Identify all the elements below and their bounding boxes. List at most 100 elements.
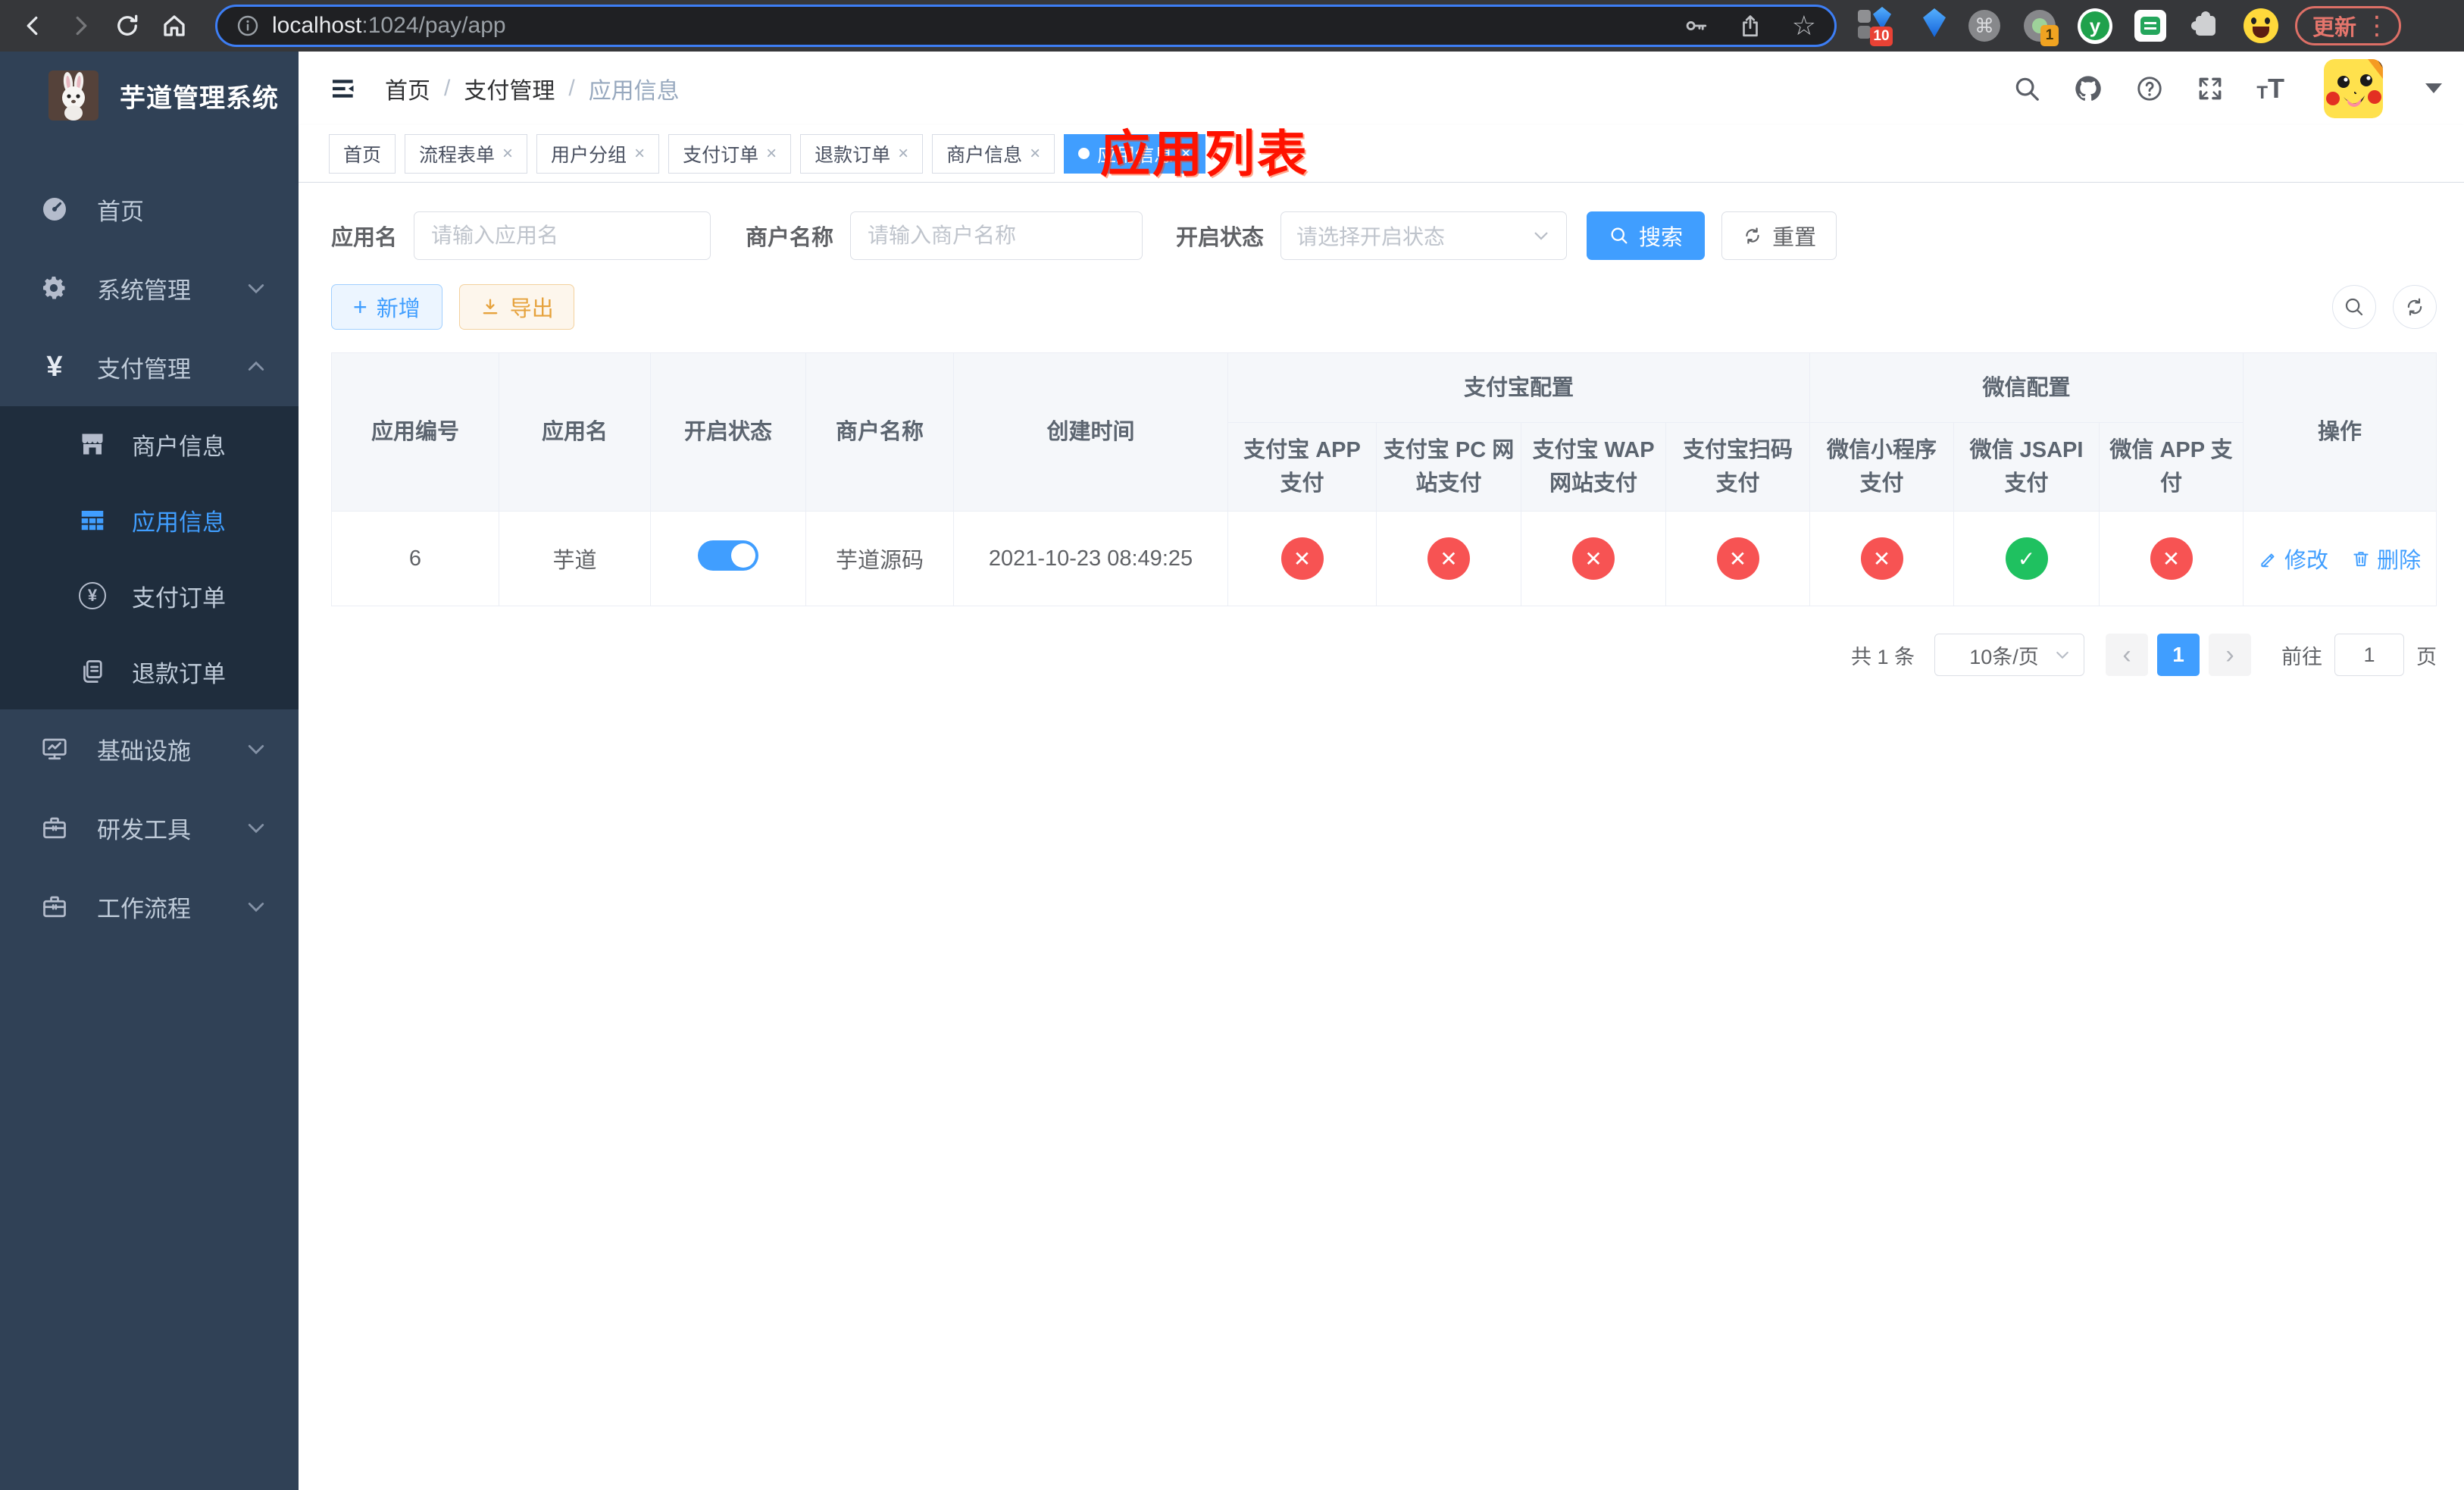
merchant-name-input[interactable] [850,211,1143,260]
sidebar-item-refund-order[interactable]: 退款订单 [0,634,299,709]
app-name-input[interactable] [414,211,711,260]
tab-pay-order[interactable]: 支付订单 × [668,133,792,174]
extension-y-icon[interactable]: y [2078,5,2112,46]
share-icon[interactable] [1737,13,1763,39]
sidebar-item-payment[interactable]: ¥ 支付管理 [0,327,299,406]
tab-app-info[interactable]: 应用信息 × [1064,133,1206,174]
tab-process-form[interactable]: 流程表单 × [405,133,528,174]
page-content: 应用名 商户名称 开启状态 请选择开启状态 搜索 重置 [299,183,2464,1490]
tab-home[interactable]: 首页 [329,133,396,174]
extensions-puzzle-icon[interactable] [2188,5,2223,46]
export-button[interactable]: 导出 [458,284,574,330]
col-header-status: 开启状态 [650,352,806,512]
cell-merchant: 芋道源码 [805,511,954,606]
help-icon[interactable] [2135,74,2164,103]
browser-profile-avatar[interactable] [2244,5,2278,46]
extension-notes-icon[interactable] [2133,5,2168,46]
extension-tabs-icon[interactable]: 10 [1856,5,1893,46]
trash-icon [2353,552,2369,567]
sidebar-item-system[interactable]: 系统管理 [0,249,299,327]
password-key-icon[interactable] [1683,13,1709,39]
plus-icon: + [353,293,367,321]
browser-reload-button[interactable] [111,9,144,42]
filter-form: 应用名 商户名称 开启状态 请选择开启状态 搜索 重置 [331,211,2437,260]
close-icon[interactable]: × [502,144,513,163]
sidebar-item-pay-order[interactable]: ¥ 支付订单 [0,558,299,634]
extension-recorder-icon[interactable]: 1 [2022,5,2059,46]
page-size-select[interactable]: 10条/页 [1934,634,2085,676]
site-info-icon[interactable] [236,14,260,38]
sidebar-item-home[interactable]: 首页 [0,170,299,249]
breadcrumb-home[interactable]: 首页 [385,72,430,105]
col-header-wechat-app: 微信 APP 支付 [2099,422,2244,512]
tab-merchant-info[interactable]: 商户信息 × [932,133,1055,174]
avatar-dropdown-caret[interactable] [2425,83,2443,93]
extension-badge-one: 1 [2040,25,2059,46]
next-page-button[interactable]: › [2209,634,2252,676]
browser-forward-button[interactable] [64,9,97,42]
delete-link[interactable]: 删除 [2351,543,2421,574]
breadcrumb-separator: / [444,75,451,101]
url-path: :1024/pay/app [361,13,506,38]
github-icon[interactable] [2073,74,2103,104]
status-select-placeholder: 请选择开启状态 [1296,225,1446,249]
storefront-icon [77,430,108,458]
breadcrumb-current: 应用信息 [588,78,680,104]
edit-link[interactable]: 修改 [2259,543,2328,574]
sidebar-item-merchant-info[interactable]: 商户信息 [0,406,299,482]
col-header-alipay-pc: 支付宝 PC 网站支付 [1376,422,1521,512]
font-size-icon[interactable]: TT [2256,74,2284,102]
search-icon [2345,298,2363,316]
status-select[interactable]: 请选择开启状态 [1280,211,1568,260]
app-logo [48,70,98,121]
show-search-button[interactable] [2332,285,2377,329]
extension-balloon-icon[interactable] [1912,5,1946,46]
chevron-up-icon [245,356,267,377]
enabled-toggle[interactable] [698,540,758,571]
url-text: localhost:1024/pay/app [272,13,506,39]
toolbox-icon [38,893,71,920]
close-icon[interactable]: × [1030,144,1040,163]
browser-home-button[interactable] [158,9,191,42]
sidebar-item-app-info[interactable]: 应用信息 [0,482,299,558]
close-icon[interactable]: × [634,144,645,163]
goto-page-input[interactable] [2334,634,2405,676]
reset-button[interactable]: 重置 [1721,211,1837,260]
tab-user-group[interactable]: 用户分组 × [536,133,660,174]
sidebar-logo-row[interactable]: 芋道管理系统 [0,52,299,139]
status-cross-icon: ✕ [1860,537,1903,580]
browser-back-button[interactable] [17,9,50,42]
sidebar-item-devtools[interactable]: 研发工具 [0,788,299,867]
user-avatar[interactable] [2324,58,2384,118]
fullscreen-icon[interactable] [2196,74,2225,103]
payment-submenu: 商户信息 应用信息 ¥ 支付订单 退款订单 [0,406,299,709]
cell-wechat-jsapi: ✓ [1953,511,2100,606]
close-icon[interactable]: × [898,144,908,163]
bookmark-star-icon[interactable]: ☆ [1792,12,1816,39]
close-icon[interactable]: × [766,144,777,163]
search-button[interactable]: 搜索 [1587,211,1706,260]
cell-status [650,511,806,606]
prev-page-button[interactable]: ‹ [2106,634,2149,676]
documents-icon [77,658,108,685]
search-icon[interactable] [2012,74,2041,103]
chevron-down-icon [2056,651,2068,659]
pagination: 共 1 条 10条/页 ‹ 1 › 前往 页 [331,634,2437,676]
extension-command-icon[interactable]: ⌘ [1967,5,2002,46]
browser-menu-icon[interactable]: ⋮ [2364,13,2390,39]
add-button[interactable]: + 新增 [331,284,442,330]
pencil-icon [2261,553,2275,568]
close-icon[interactable]: × [1180,144,1191,163]
sidebar-item-infrastructure[interactable]: 基础设施 [0,709,299,788]
sidebar-collapse-icon[interactable] [329,74,359,104]
sidebar-item-workflow[interactable]: 工作流程 [0,867,299,946]
col-header-app-name: 应用名 [499,352,651,512]
goto-page: 前往 页 [2281,634,2437,676]
col-header-wechat-mini: 微信小程序支付 [1809,422,1955,512]
browser-update-button[interactable]: 更新 ⋮ [2295,6,2402,45]
page-number-active[interactable]: 1 [2157,634,2200,676]
url-bar[interactable]: localhost:1024/pay/app ☆ [215,5,1837,47]
tab-refund-order[interactable]: 退款订单 × [800,133,924,174]
breadcrumb-section[interactable]: 支付管理 [464,72,555,105]
refresh-table-button[interactable] [2393,285,2437,329]
